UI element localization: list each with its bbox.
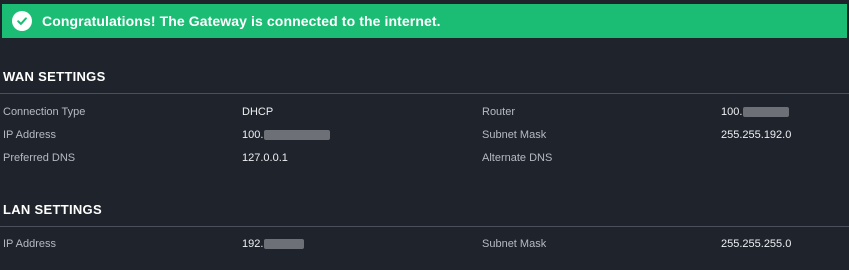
lan-subnet-mask-value: 255.255.255.0 [721,238,792,250]
redaction-block [264,239,305,250]
check-circle-icon [12,11,32,31]
ip-address-value-text: 100. [242,129,264,141]
lan-divider [0,226,849,227]
success-banner: Congratulations! The Gateway is connecte… [2,4,847,38]
alternate-dns-label: Alternate DNS [482,152,553,164]
router-value: 100. [721,105,790,119]
subnet-mask-value: 255.255.192.0 [721,129,792,141]
lan-subnet-mask-label: Subnet Mask [482,238,547,250]
preferred-dns-value: 127.0.0.1 [242,152,288,164]
router-label: Router [482,106,516,118]
gateway-status-page: Congratulations! The Gateway is connecte… [0,0,849,270]
wan-divider [0,93,849,94]
lan-ip-address-value-text: 192. [242,238,264,250]
subnet-mask-label: Subnet Mask [482,129,547,141]
connection-type-label: Connection Type [3,106,86,118]
connection-type-value: DHCP [242,106,274,118]
router-value-text: 100. [721,106,743,118]
redaction-block [264,130,331,141]
lan-ip-address-value: 192. [242,237,305,251]
preferred-dns-label: Preferred DNS [3,152,76,164]
wan-settings-title: WAN SETTINGS [3,69,106,84]
ip-address-value: 100. [242,128,331,142]
lan-settings-title: LAN SETTINGS [3,202,102,217]
success-message: Congratulations! The Gateway is connecte… [42,13,441,29]
redaction-block [743,107,790,118]
lan-ip-address-label: IP Address [3,238,56,250]
ip-address-label: IP Address [3,129,56,141]
